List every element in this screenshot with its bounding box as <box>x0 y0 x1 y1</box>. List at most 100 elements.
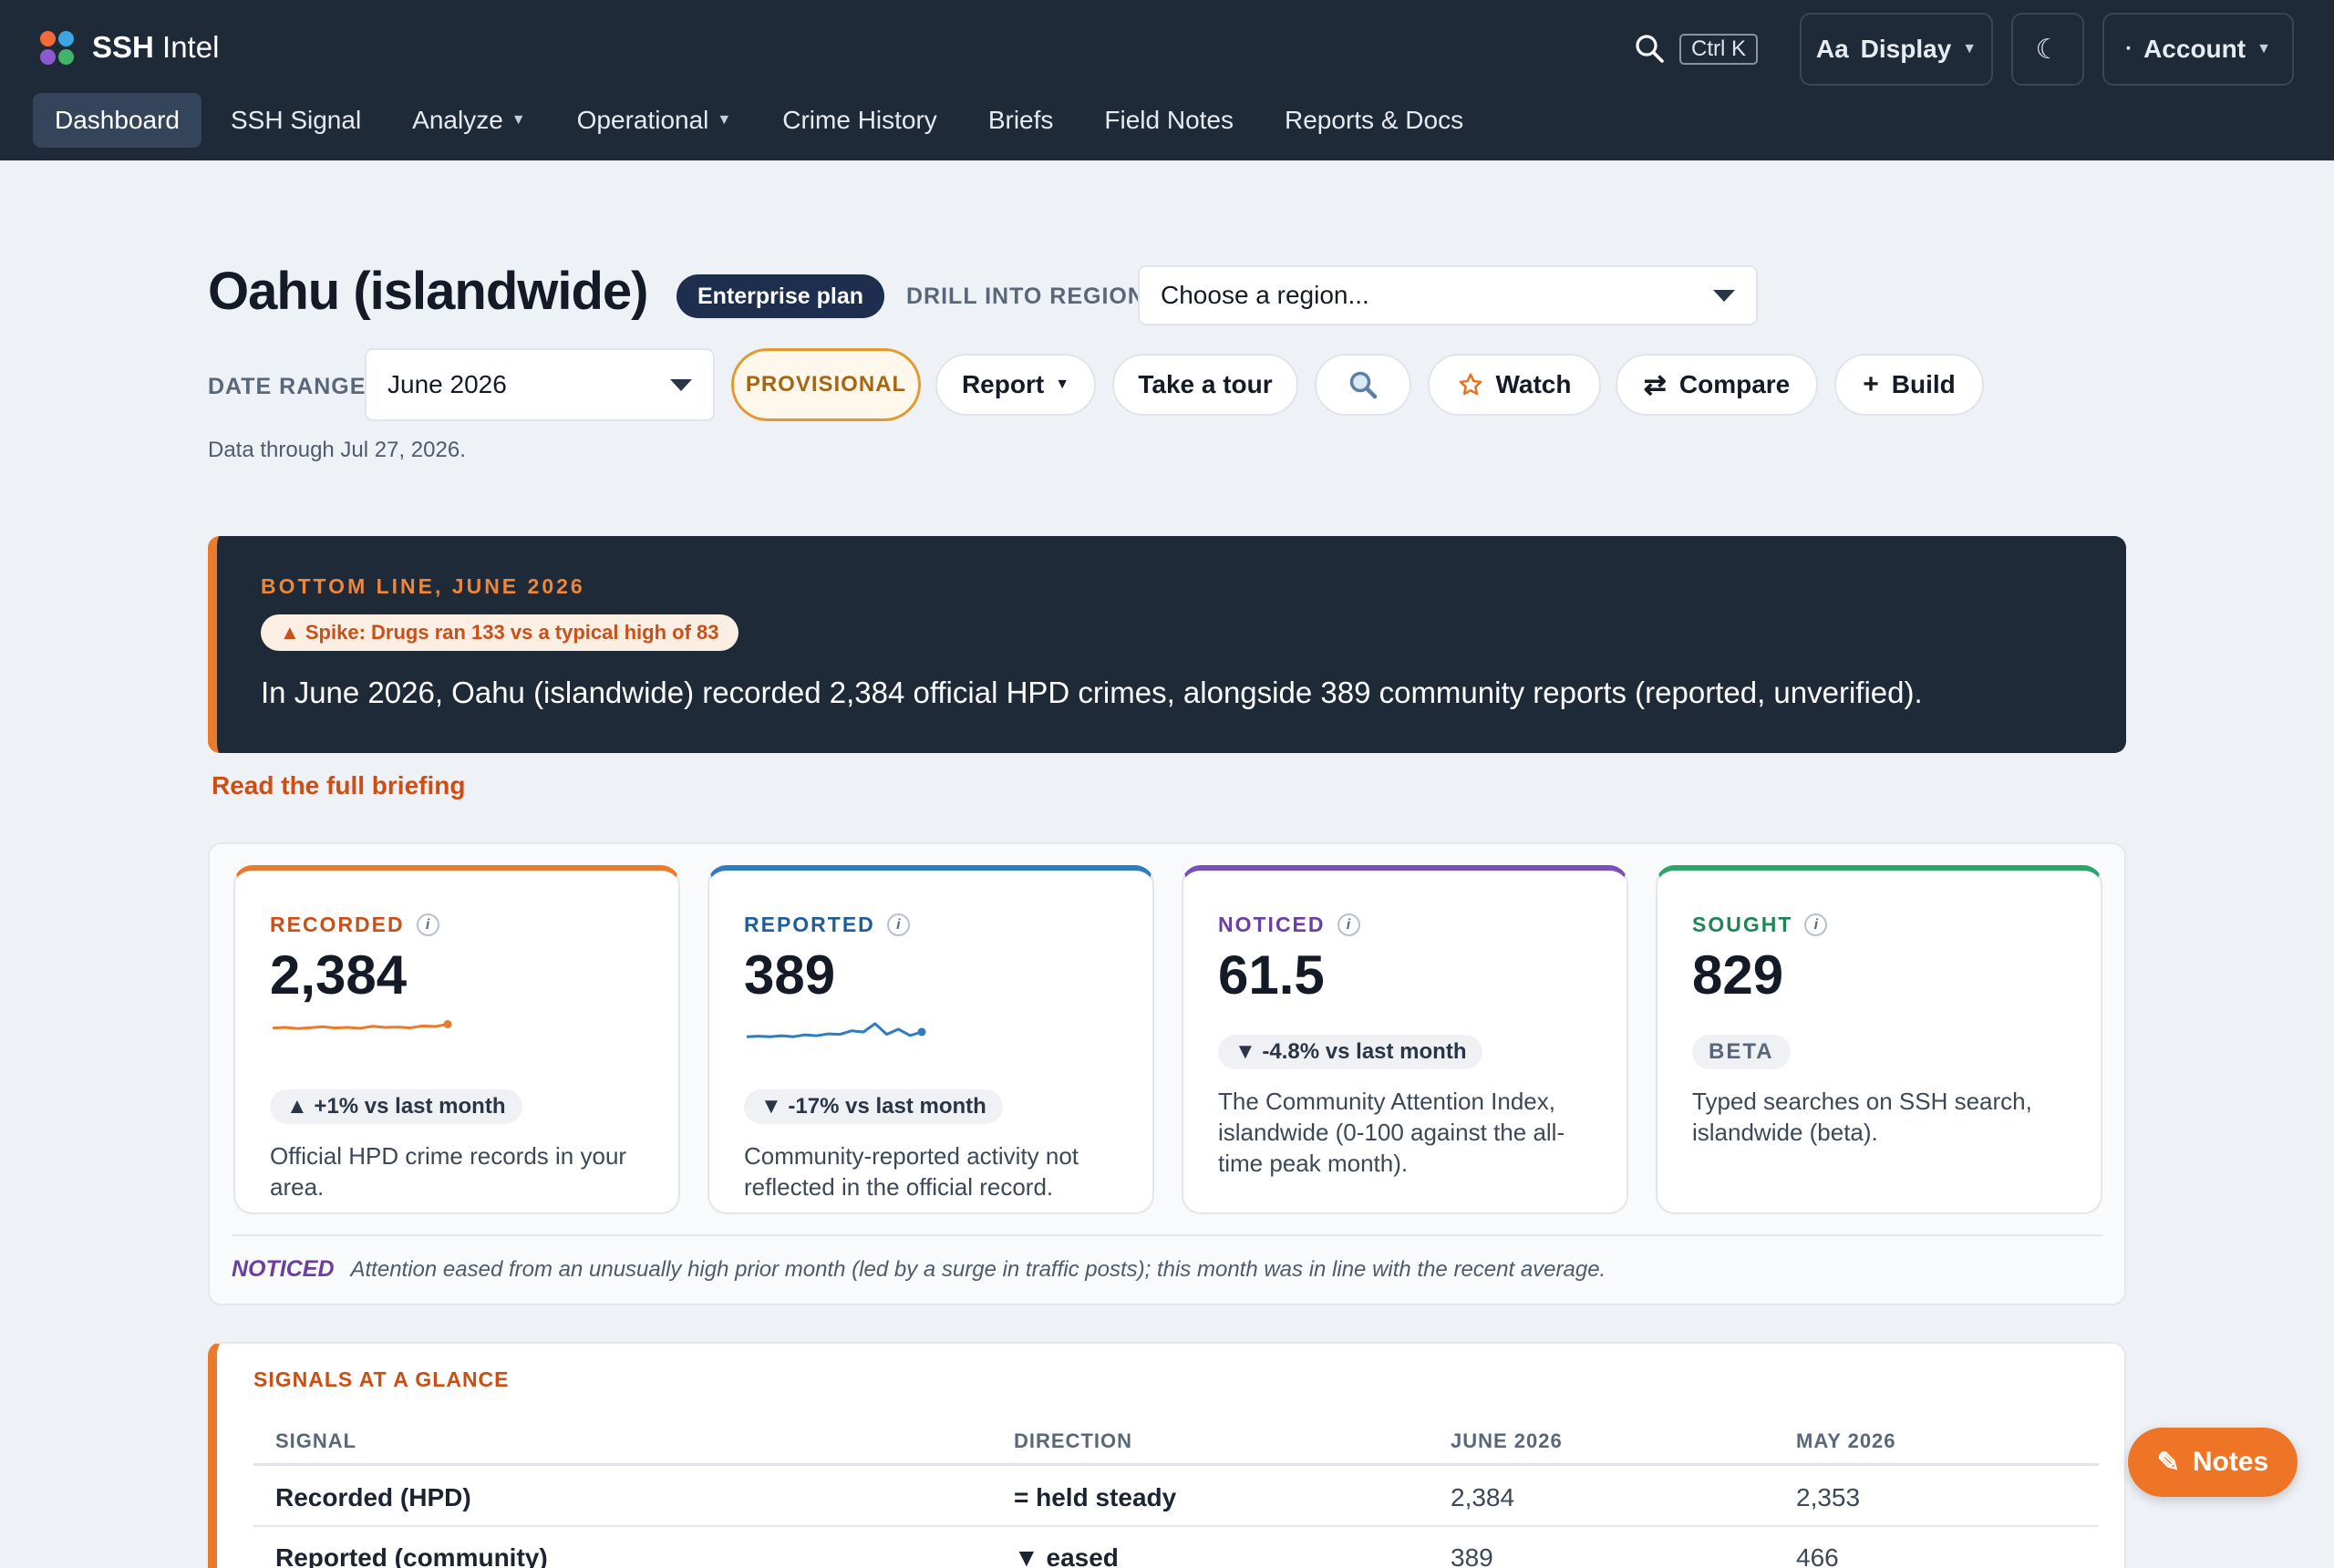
search-shortcut-hint: Ctrl K <box>1679 34 1758 65</box>
read-briefing-link[interactable]: Read the full briefing <box>212 771 465 800</box>
chevron-down-icon: ▼ <box>2257 41 2271 57</box>
signal-name: Recorded (HPD) <box>275 1483 471 1511</box>
card-eyebrow: REPORTED i <box>744 913 910 937</box>
column-header: DIRECTION <box>1014 1429 1132 1452</box>
report-button[interactable]: Report ▼ <box>935 354 1096 416</box>
column-header: MAY 2026 <box>1796 1429 1896 1452</box>
metric-card-sought: SOUGHT i 829 BETA Typed searches on SSH s… <box>1656 865 2102 1214</box>
card-eyebrow: NOTICED i <box>1218 913 1360 937</box>
chevron-down-icon <box>670 378 692 391</box>
card-description: Typed searches on SSH search, islandwide… <box>1692 1088 2032 1146</box>
card-description: Community-reported activity not reflecte… <box>744 1142 1079 1201</box>
spike-badge: ▲ Spike: Drugs ran 133 vs a typical high… <box>261 614 738 651</box>
signal-current: 389 <box>1451 1543 1493 1568</box>
app-name: SSH Intel <box>92 30 220 64</box>
nav-item-reports-docs[interactable]: Reports & Docs <box>1263 93 1485 148</box>
date-range-label: DATE RANGE <box>208 374 367 399</box>
search-icon[interactable] <box>1634 33 1665 64</box>
card-description: The Community Attention Index, islandwid… <box>1218 1088 1565 1177</box>
info-icon[interactable]: i <box>1804 913 1828 936</box>
info-icon[interactable]: i <box>886 913 910 936</box>
signals-title: SIGNALS AT A GLANCE <box>253 1367 510 1391</box>
pencil-icon: ✎ <box>2156 1447 2180 1478</box>
nav-item-briefs[interactable]: Briefs <box>966 93 1076 148</box>
info-icon[interactable]: i <box>1337 913 1360 936</box>
change-chip: ▼ -17% vs last month <box>744 1089 1003 1124</box>
signal-current: 2,384 <box>1451 1483 1515 1511</box>
main-nav: Dashboard SSH Signal Analyze ▼ Operationa… <box>33 93 1492 148</box>
watch-button[interactable]: Watch <box>1428 354 1601 416</box>
display-button[interactable]: Aa Display ▼ <box>1800 13 1993 86</box>
provisional-badge[interactable]: PROVISIONAL <box>731 348 921 421</box>
chevron-down-icon: ▼ <box>1962 41 1978 57</box>
sparkline-line <box>746 1022 923 1038</box>
plus-icon: + <box>1863 369 1879 399</box>
noticed-note-label: NOTICED <box>232 1256 335 1282</box>
text-size-icon: Aa <box>1815 35 1849 63</box>
chevron-down-icon: ▼ <box>511 112 526 128</box>
card-eyebrow: SOUGHT i <box>1692 913 1828 937</box>
card-value: 61.5 <box>1218 944 1325 1006</box>
signal-name: Reported (community) <box>275 1543 548 1568</box>
signals-panel: SIGNALS AT A GLANCE SIGNAL DIRECTION JUN… <box>208 1342 2126 1568</box>
account-button[interactable]: · Account ▼ <box>2102 13 2294 86</box>
logo-dot <box>58 48 74 65</box>
region-select[interactable]: Choose a region... <box>1138 265 1758 325</box>
nav-item-operational[interactable]: Operational ▼ <box>555 93 754 148</box>
magnifier-icon <box>1349 371 1378 399</box>
nav-item-crime-history[interactable]: Crime History <box>760 93 959 148</box>
logo-dot <box>58 30 74 46</box>
logo-dot <box>40 30 56 46</box>
signal-direction: ▼ eased <box>1014 1543 1119 1568</box>
table-row[interactable]: Recorded (HPD) = held steady 2,384 2,353 <box>253 1469 2099 1527</box>
sparkline-line <box>272 1023 449 1030</box>
column-header: SIGNAL <box>275 1429 357 1452</box>
search-button[interactable] <box>1315 354 1411 416</box>
top-bar: SSH Intel Ctrl K Aa Display ▼ ☾ · Accoun… <box>0 0 2334 160</box>
logo-dot <box>40 48 56 65</box>
metric-card-noticed: NOTICED i 61.5 ▼ -4.8% vs last month The … <box>1182 865 1628 1214</box>
card-value: 829 <box>1692 944 1784 1006</box>
metric-card-recorded: RECORDED i 2,384 ▲ +1% vs last month Offi… <box>233 865 680 1214</box>
theme-toggle-button[interactable]: ☾ <box>2011 13 2084 86</box>
info-icon[interactable]: i <box>416 913 439 936</box>
signal-direction: = held steady <box>1014 1483 1177 1511</box>
app-logo[interactable]: SSH Intel <box>40 30 219 65</box>
change-chip: ▼ -4.8% vs last month <box>1218 1035 1483 1069</box>
chevron-down-icon: ▼ <box>1055 377 1070 392</box>
bottom-line-text: In June 2026, Oahu (islandwide) recorded… <box>261 676 1923 709</box>
column-header: JUNE 2026 <box>1451 1429 1563 1452</box>
page-title: Oahu (islandwide) <box>208 262 648 321</box>
beta-badge: BETA <box>1692 1035 1791 1069</box>
logo-icon <box>40 30 74 65</box>
take-tour-button[interactable]: Take a tour <box>1112 354 1298 416</box>
card-value: 2,384 <box>270 944 408 1006</box>
notes-button[interactable]: ✎ Notes <box>2128 1428 2298 1497</box>
sparkline-recorded <box>272 1019 452 1030</box>
table-row[interactable]: Reported (community) ▼ eased 389 466 <box>253 1529 2099 1568</box>
noticed-note: NOTICED Attention eased from an unusually… <box>232 1234 2102 1283</box>
nav-item-dashboard[interactable]: Dashboard <box>33 93 201 148</box>
sparkline-reported <box>746 1022 926 1038</box>
metrics-panel: RECORDED i 2,384 ▲ +1% vs last month Offi… <box>208 842 2126 1305</box>
data-through-note: Data through Jul 27, 2026. <box>208 438 466 462</box>
nav-item-analyze[interactable]: Analyze ▼ <box>390 93 547 148</box>
bottom-line-panel: BOTTOM LINE, JUNE 2026 ▲ Spike: Drugs ra… <box>208 536 2126 753</box>
sparkline-end-dot <box>443 1019 452 1028</box>
nav-item-field-notes[interactable]: Field Notes <box>1082 93 1255 148</box>
nav-item-ssh-signal[interactable]: SSH Signal <box>209 93 383 148</box>
date-range-select[interactable]: June 2026 <box>365 348 715 421</box>
drill-region-label: DRILL INTO REGION <box>906 284 1145 309</box>
plan-badge: Enterprise plan <box>676 274 884 318</box>
build-button[interactable]: + Build <box>1834 354 1984 416</box>
moon-icon: ☾ <box>2035 34 2060 65</box>
metric-card-reported: REPORTED i 389 ▼ -17% vs last month Commu… <box>707 865 1154 1214</box>
noticed-note-text: Attention eased from an unusually high p… <box>350 1257 1606 1282</box>
signals-table-header: SIGNAL DIRECTION JUNE 2026 MAY 2026 <box>253 1429 2099 1466</box>
compare-button[interactable]: ⇄ Compare <box>1616 354 1818 416</box>
change-chip: ▲ +1% vs last month <box>270 1089 522 1124</box>
swap-arrows-icon: ⇄ <box>1643 369 1667 400</box>
account-icon: · <box>2125 36 2133 61</box>
signal-previous: 2,353 <box>1796 1483 1861 1511</box>
star-icon <box>1459 373 1482 396</box>
